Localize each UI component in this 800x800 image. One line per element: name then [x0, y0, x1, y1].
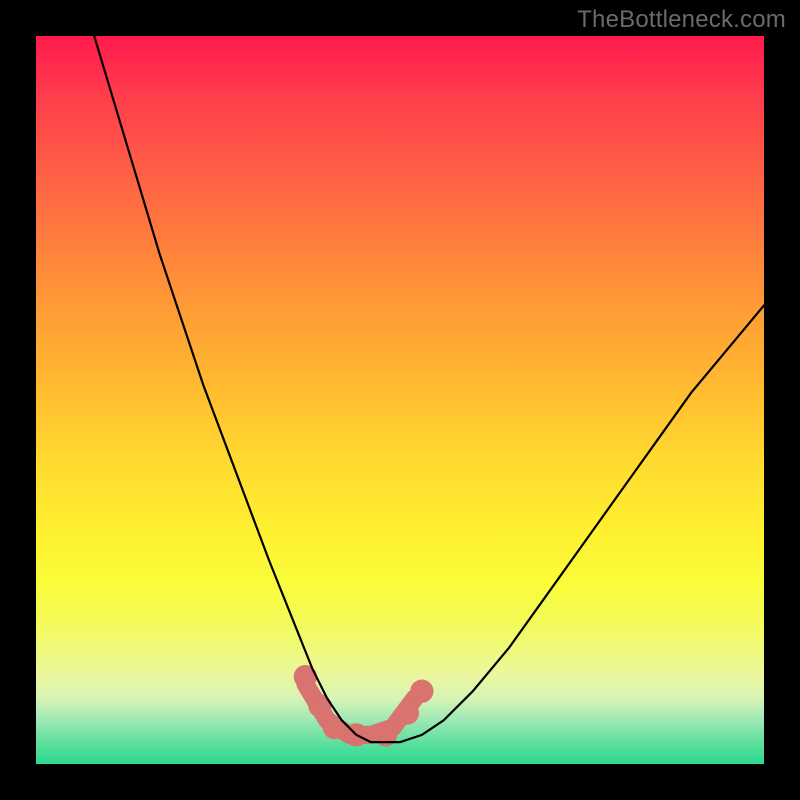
optimal-zone-dots	[294, 665, 434, 747]
optimal-marker-dot	[294, 665, 317, 688]
chart-frame: TheBottleneck.com	[0, 0, 800, 800]
optimal-marker-dot	[308, 694, 331, 717]
optimal-marker-dot	[396, 701, 419, 724]
optimal-marker-dot	[410, 680, 433, 703]
bottleneck-curve	[94, 36, 764, 742]
optimal-marker-dot	[323, 716, 346, 739]
chart-svg	[36, 36, 764, 764]
watermark-text: TheBottleneck.com	[577, 6, 786, 34]
plot-area	[36, 36, 764, 764]
